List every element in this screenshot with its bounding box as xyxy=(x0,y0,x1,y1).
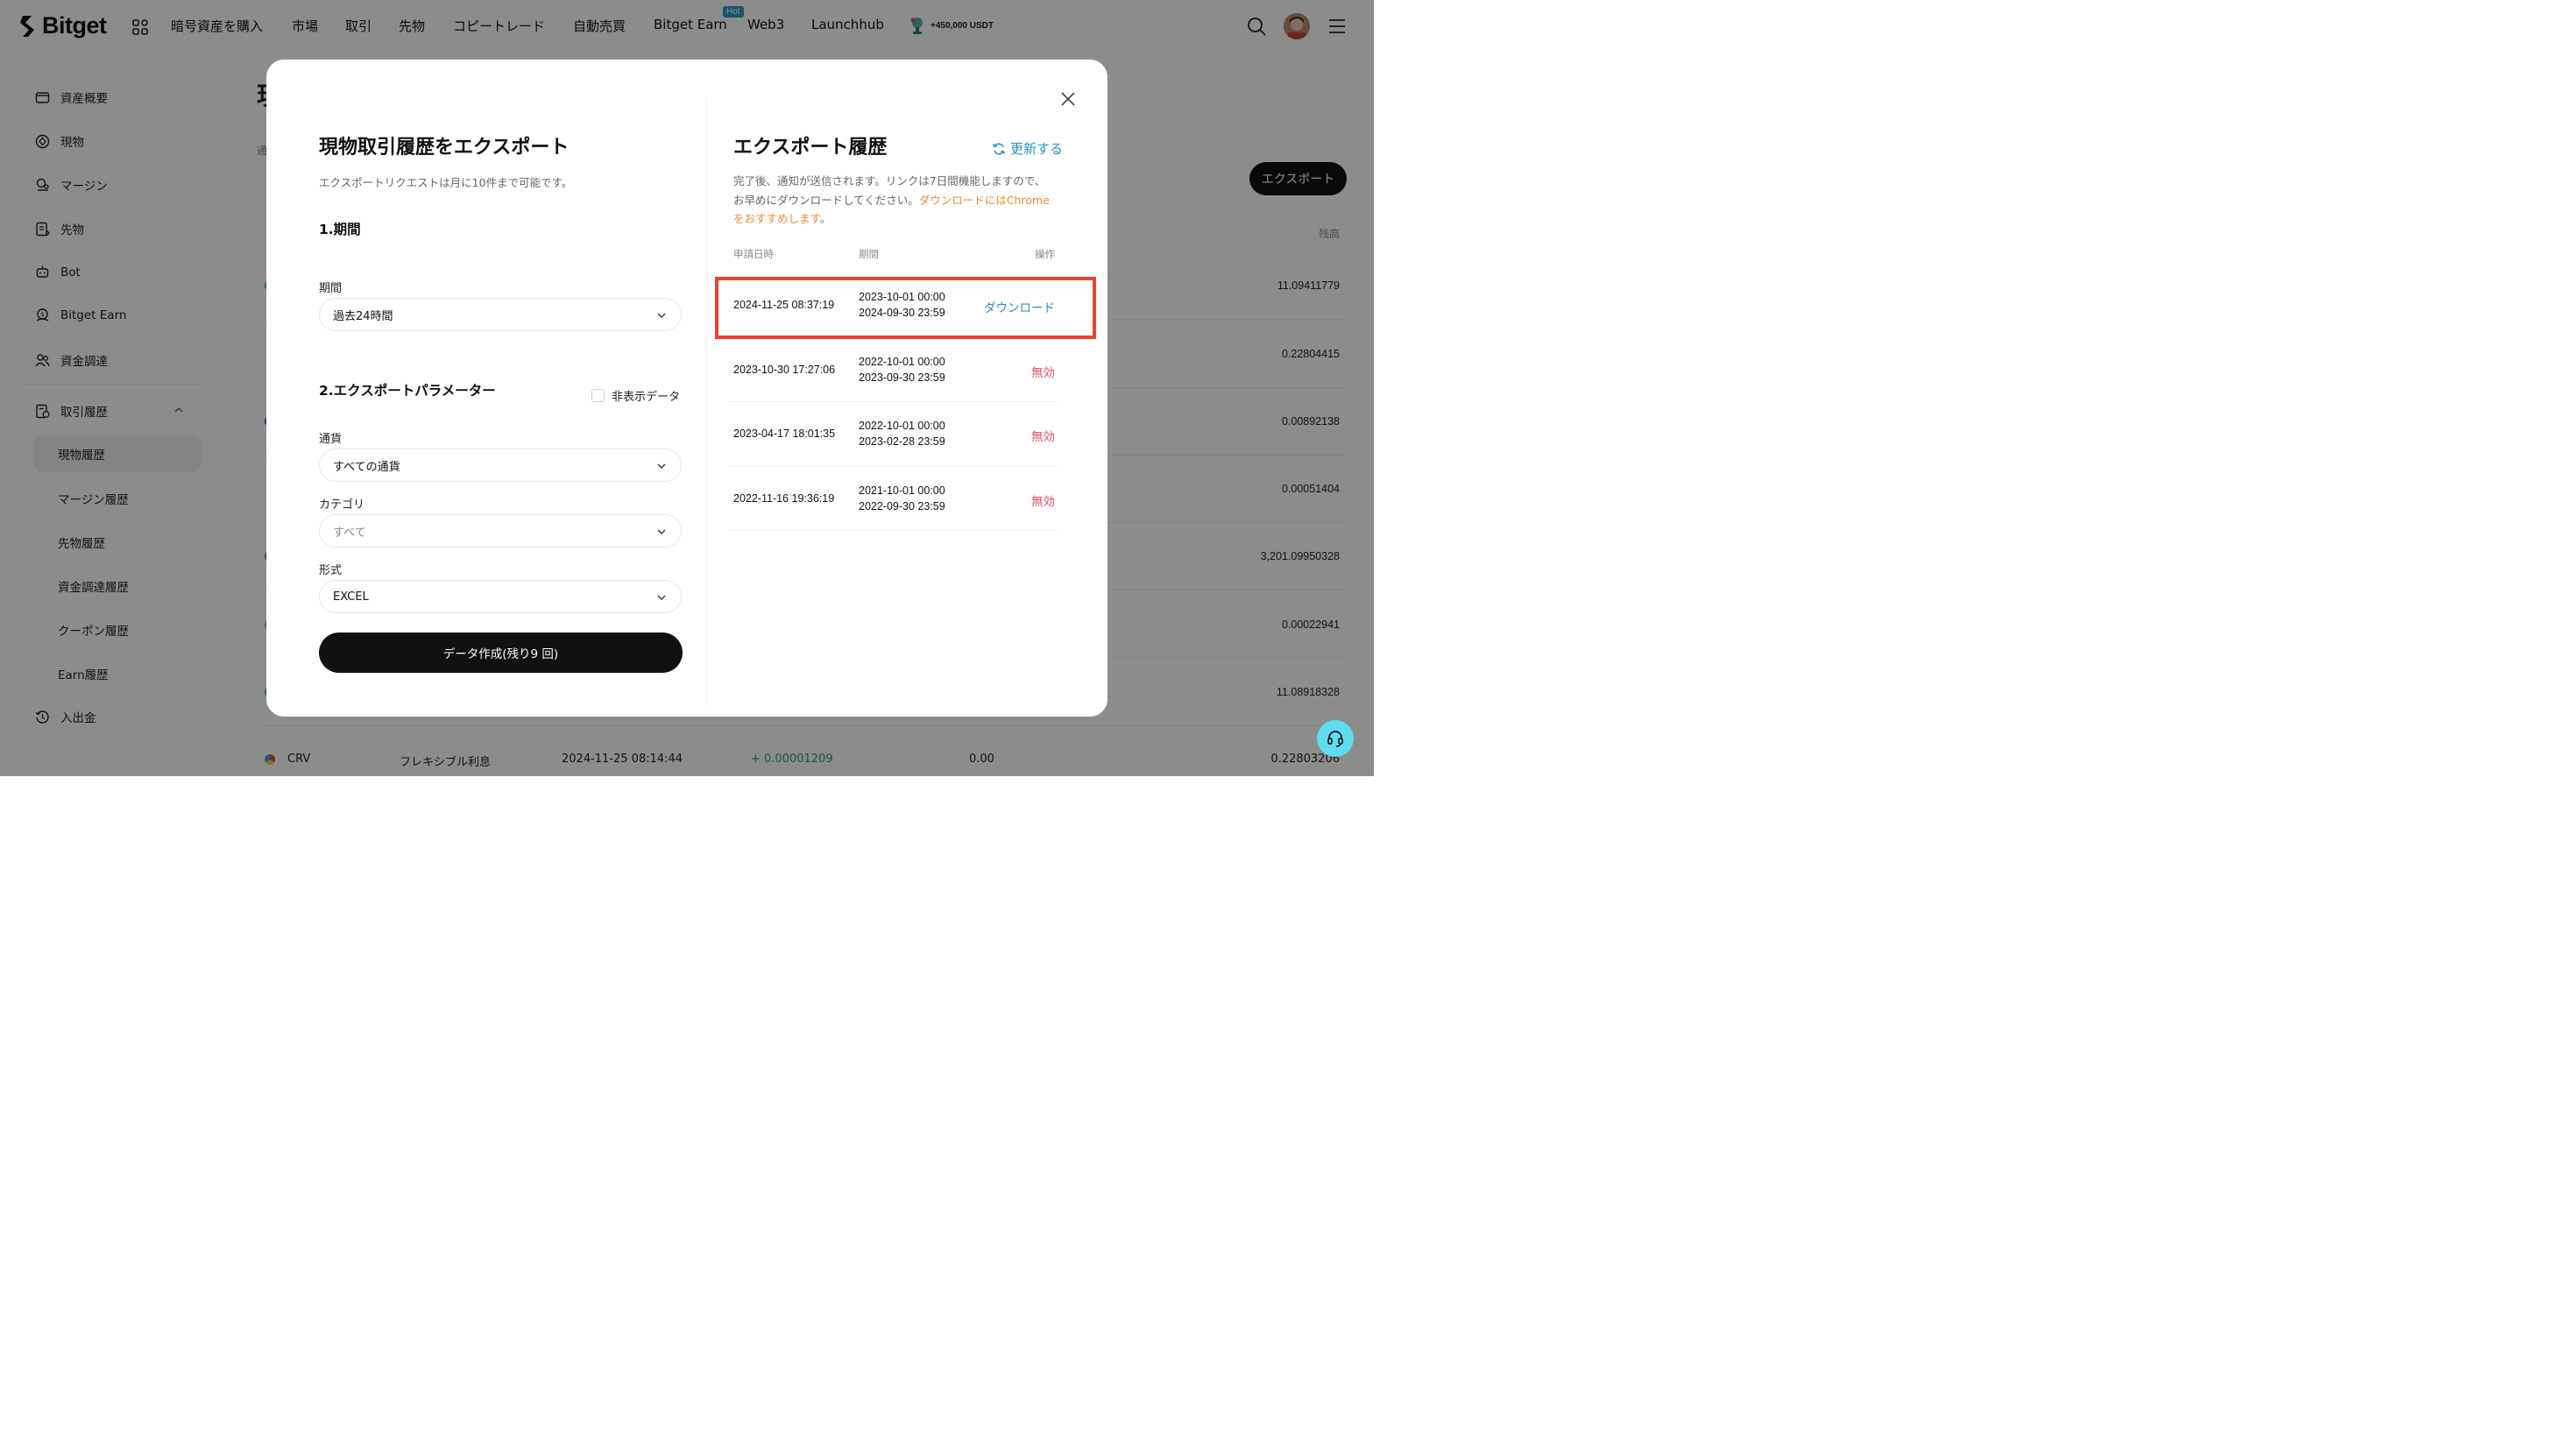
row-date: 2023-04-17 18:01:35 xyxy=(733,428,836,440)
modal-subtitle: エクスポートリクエストは月に10件まで可能です。 xyxy=(319,176,573,189)
status-invalid: 無効 xyxy=(1031,495,1055,509)
headset-icon xyxy=(1327,731,1343,747)
category-placeholder: すべて xyxy=(333,526,366,540)
section-params-title: 2.エクスポートパラメーター xyxy=(319,383,496,399)
hidden-data-checkbox[interactable] xyxy=(591,389,605,402)
status-invalid: 無効 xyxy=(1031,366,1055,380)
row-divider xyxy=(729,466,1058,467)
status-invalid: 無効 xyxy=(1031,430,1055,444)
column-header-period: 期間 xyxy=(859,248,879,260)
category-label: カテゴリ xyxy=(319,498,365,512)
export-history-title: エクスポート履歴 xyxy=(733,137,888,159)
category-select[interactable]: すべて xyxy=(319,514,682,548)
create-data-button[interactable]: データ作成(残り9 回) xyxy=(319,633,683,673)
refresh-button[interactable]: 更新する xyxy=(992,139,1063,158)
export-history-description: 完了後、通知が送信されます。リンクは7日間機能しますので、お早めにダウンロードし… xyxy=(733,172,1054,229)
desc-end: 。 xyxy=(819,212,832,225)
export-modal: 現物取引履歴をエクスポート エクスポートリクエストは月に10件まで可能です。 1… xyxy=(266,60,1108,717)
chevron-down-icon xyxy=(657,529,666,534)
row-period-to: 2023-02-28 23:59 xyxy=(859,435,945,448)
currency-label: 通貨 xyxy=(319,433,343,446)
row-period-to: 2023-09-30 23:59 xyxy=(859,371,945,384)
refresh-label: 更新する xyxy=(1010,141,1064,157)
row-divider xyxy=(729,401,1058,402)
close-icon[interactable] xyxy=(1058,89,1078,109)
section-period-title: 1.期間 xyxy=(319,222,361,237)
chevron-down-icon xyxy=(657,595,666,600)
chevron-down-icon xyxy=(657,313,666,318)
modal-title: 現物取引履歴をエクスポート xyxy=(319,137,570,159)
row-period-from: 2022-10-01 00:00 xyxy=(859,420,945,432)
row-period-from: 2021-10-01 00:00 xyxy=(859,484,945,497)
format-label: 形式 xyxy=(319,564,343,577)
highlight-annotation xyxy=(715,277,1096,339)
row-period-to: 2022-09-30 23:59 xyxy=(859,500,945,512)
column-divider xyxy=(706,98,707,708)
chevron-down-icon xyxy=(657,463,666,469)
currency-select[interactable]: すべての通貨 xyxy=(319,449,682,482)
hidden-data-toggle[interactable]: 非表示データ xyxy=(591,387,680,404)
period-label: 期間 xyxy=(319,282,343,295)
format-value: EXCEL xyxy=(333,590,369,604)
row-divider xyxy=(729,530,1058,531)
currency-value: すべての通貨 xyxy=(333,460,400,474)
row-period-from: 2022-10-01 00:00 xyxy=(859,356,945,368)
row-date: 2023-10-30 17:27:06 xyxy=(733,364,836,376)
hidden-data-label: 非表示データ xyxy=(612,391,681,404)
format-select[interactable]: EXCEL xyxy=(319,580,682,613)
refresh-icon xyxy=(992,142,1006,155)
column-header-action: 操作 xyxy=(1035,248,1055,260)
support-chat-button[interactable] xyxy=(1317,720,1354,757)
column-header-date: 申請日時 xyxy=(733,248,774,260)
row-date: 2022-11-16 19:36:19 xyxy=(733,492,835,505)
period-value: 過去24時間 xyxy=(333,309,393,323)
period-select[interactable]: 過去24時間 xyxy=(319,298,682,331)
